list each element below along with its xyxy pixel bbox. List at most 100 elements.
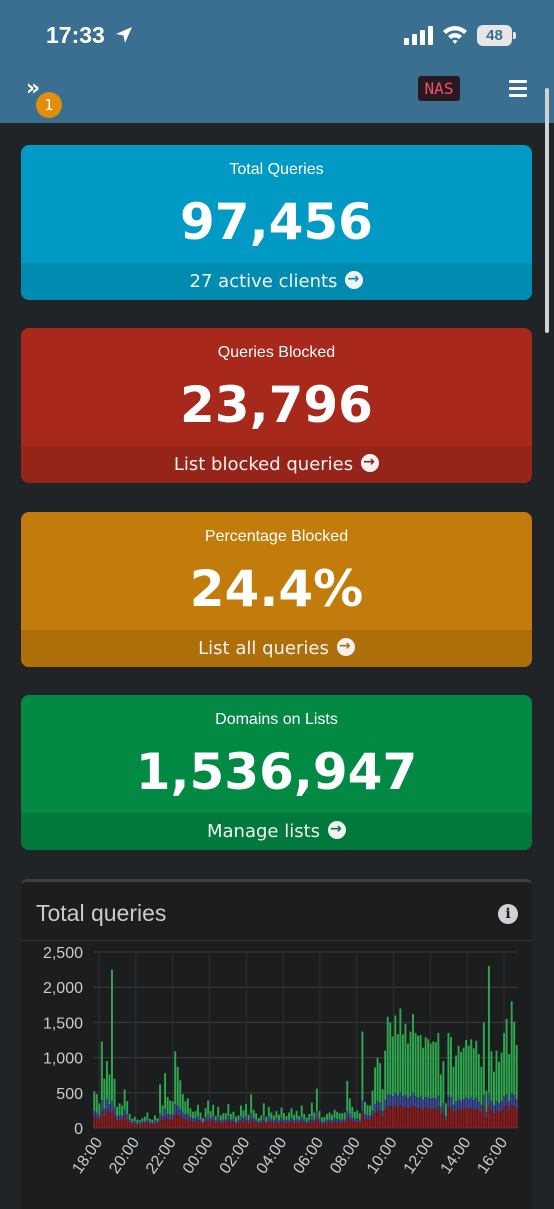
- cached-bar: [262, 1116, 265, 1121]
- cached-bar: [303, 1119, 306, 1123]
- blocked-bar: [457, 1108, 460, 1128]
- forwarded-bar: [156, 1118, 159, 1122]
- blocked-bar: [300, 1120, 303, 1128]
- cached-bar: [100, 1099, 103, 1112]
- cached-bar: [181, 1112, 184, 1119]
- cached-bar: [138, 1122, 141, 1125]
- cached-bar: [510, 1092, 513, 1105]
- cached-bar: [358, 1119, 361, 1123]
- blocked-bar: [346, 1117, 349, 1128]
- blocked-bar: [412, 1105, 414, 1128]
- active-clients-link[interactable]: 27 active clients: [21, 261, 532, 300]
- blocked-bar: [265, 1123, 268, 1128]
- blocked-bar: [148, 1123, 151, 1128]
- cached-bar: [371, 1111, 374, 1117]
- cached-bar: [197, 1116, 199, 1121]
- total-queries-card: Total Queries 97,456 27 active clients: [21, 145, 532, 300]
- forwarded-bar: [477, 1054, 480, 1102]
- blocked-bar: [194, 1121, 197, 1128]
- forwarded-bar: [105, 1061, 108, 1100]
- forwarded-bar: [189, 1108, 192, 1118]
- battery-icon: 48: [477, 25, 517, 46]
- cached-bar: [202, 1121, 205, 1124]
- forwarded-bar: [320, 1117, 323, 1122]
- blocked-bar: [475, 1108, 478, 1128]
- blocked-bar: [151, 1124, 154, 1128]
- cached-bar: [493, 1105, 495, 1114]
- notification-badge[interactable]: 1: [36, 92, 62, 118]
- cached-bar: [148, 1121, 151, 1124]
- forwarded-bar: [191, 1111, 194, 1119]
- cached-bar: [437, 1095, 440, 1107]
- blocked-bar: [116, 1120, 118, 1128]
- forwarded-bar: [303, 1113, 306, 1120]
- blocked-bar: [224, 1122, 227, 1128]
- forwarded-bar: [265, 1116, 268, 1122]
- cached-bar: [404, 1094, 407, 1107]
- manage-lists-link[interactable]: Manage lists: [21, 811, 532, 850]
- blocked-bar: [447, 1106, 450, 1128]
- blocked-bar: [277, 1123, 280, 1128]
- cached-bar: [171, 1114, 174, 1120]
- hamburger-menu-icon[interactable]: [509, 80, 527, 101]
- blocked-bar: [222, 1122, 225, 1128]
- cached-bar: [214, 1120, 217, 1124]
- blocked-bar: [290, 1121, 293, 1128]
- forwarded-bar: [371, 1090, 374, 1112]
- forwarded-bar: [503, 1032, 506, 1097]
- scrollbar[interactable]: [545, 88, 549, 333]
- blocked-bar: [414, 1107, 417, 1128]
- forwarded-bar: [447, 1032, 450, 1096]
- blocked-bar: [320, 1123, 323, 1128]
- forwarded-bar: [338, 1113, 341, 1120]
- forwarded-bar: [427, 1039, 430, 1098]
- forwarded-bar: [457, 1045, 460, 1100]
- cached-bar: [412, 1092, 414, 1106]
- blocked-bar: [154, 1123, 156, 1128]
- forwarded-bar: [179, 1080, 182, 1109]
- forwarded-bar: [113, 1078, 116, 1108]
- info-icon[interactable]: i: [498, 904, 518, 924]
- blocked-bar: [202, 1123, 205, 1128]
- list-blocked-queries-link[interactable]: List blocked queries: [21, 444, 532, 483]
- forwarded-bar: [417, 1035, 420, 1098]
- cached-bar: [265, 1121, 268, 1124]
- blocked-bar: [323, 1123, 326, 1128]
- blocked-bar: [490, 1110, 493, 1128]
- blocked-bar: [138, 1124, 141, 1128]
- blocked-bar: [171, 1119, 174, 1128]
- cached-bar: [338, 1119, 341, 1123]
- cached-bar: [272, 1120, 275, 1124]
- cached-bar: [310, 1116, 313, 1121]
- card-value: 23,796: [180, 376, 373, 434]
- cached-bar: [234, 1121, 237, 1124]
- forwarded-bar: [237, 1115, 240, 1121]
- forwarded-bar: [381, 1089, 384, 1112]
- cached-bar: [331, 1120, 334, 1124]
- blocked-bar: [305, 1123, 308, 1128]
- blocked-bar: [272, 1123, 275, 1128]
- blocked-bar: [245, 1120, 248, 1128]
- list-all-queries-link[interactable]: List all queries: [21, 628, 532, 667]
- forwarded-bar: [498, 1061, 500, 1104]
- blocked-bar: [191, 1121, 194, 1128]
- cached-bar: [267, 1116, 270, 1121]
- cached-bar: [280, 1117, 283, 1121]
- cached-bar: [442, 1103, 445, 1112]
- forwarded-bar: [475, 1040, 478, 1098]
- blocked-bar: [303, 1122, 306, 1128]
- forwarded-bar: [141, 1118, 144, 1122]
- blocked-bar: [166, 1118, 169, 1128]
- blocked-bar: [422, 1109, 425, 1128]
- forwarded-bar: [310, 1102, 313, 1117]
- blocked-bar: [498, 1111, 500, 1128]
- blocked-bar: [293, 1123, 296, 1128]
- forwarded-bar: [356, 1110, 359, 1119]
- cached-bar: [131, 1121, 134, 1124]
- cached-bar: [500, 1101, 503, 1111]
- forwarded-bar: [394, 1015, 397, 1093]
- cached-bar: [290, 1118, 293, 1122]
- forwarded-bar: [346, 1080, 349, 1112]
- blocked-bar: [197, 1120, 199, 1128]
- cached-bar: [169, 1114, 172, 1120]
